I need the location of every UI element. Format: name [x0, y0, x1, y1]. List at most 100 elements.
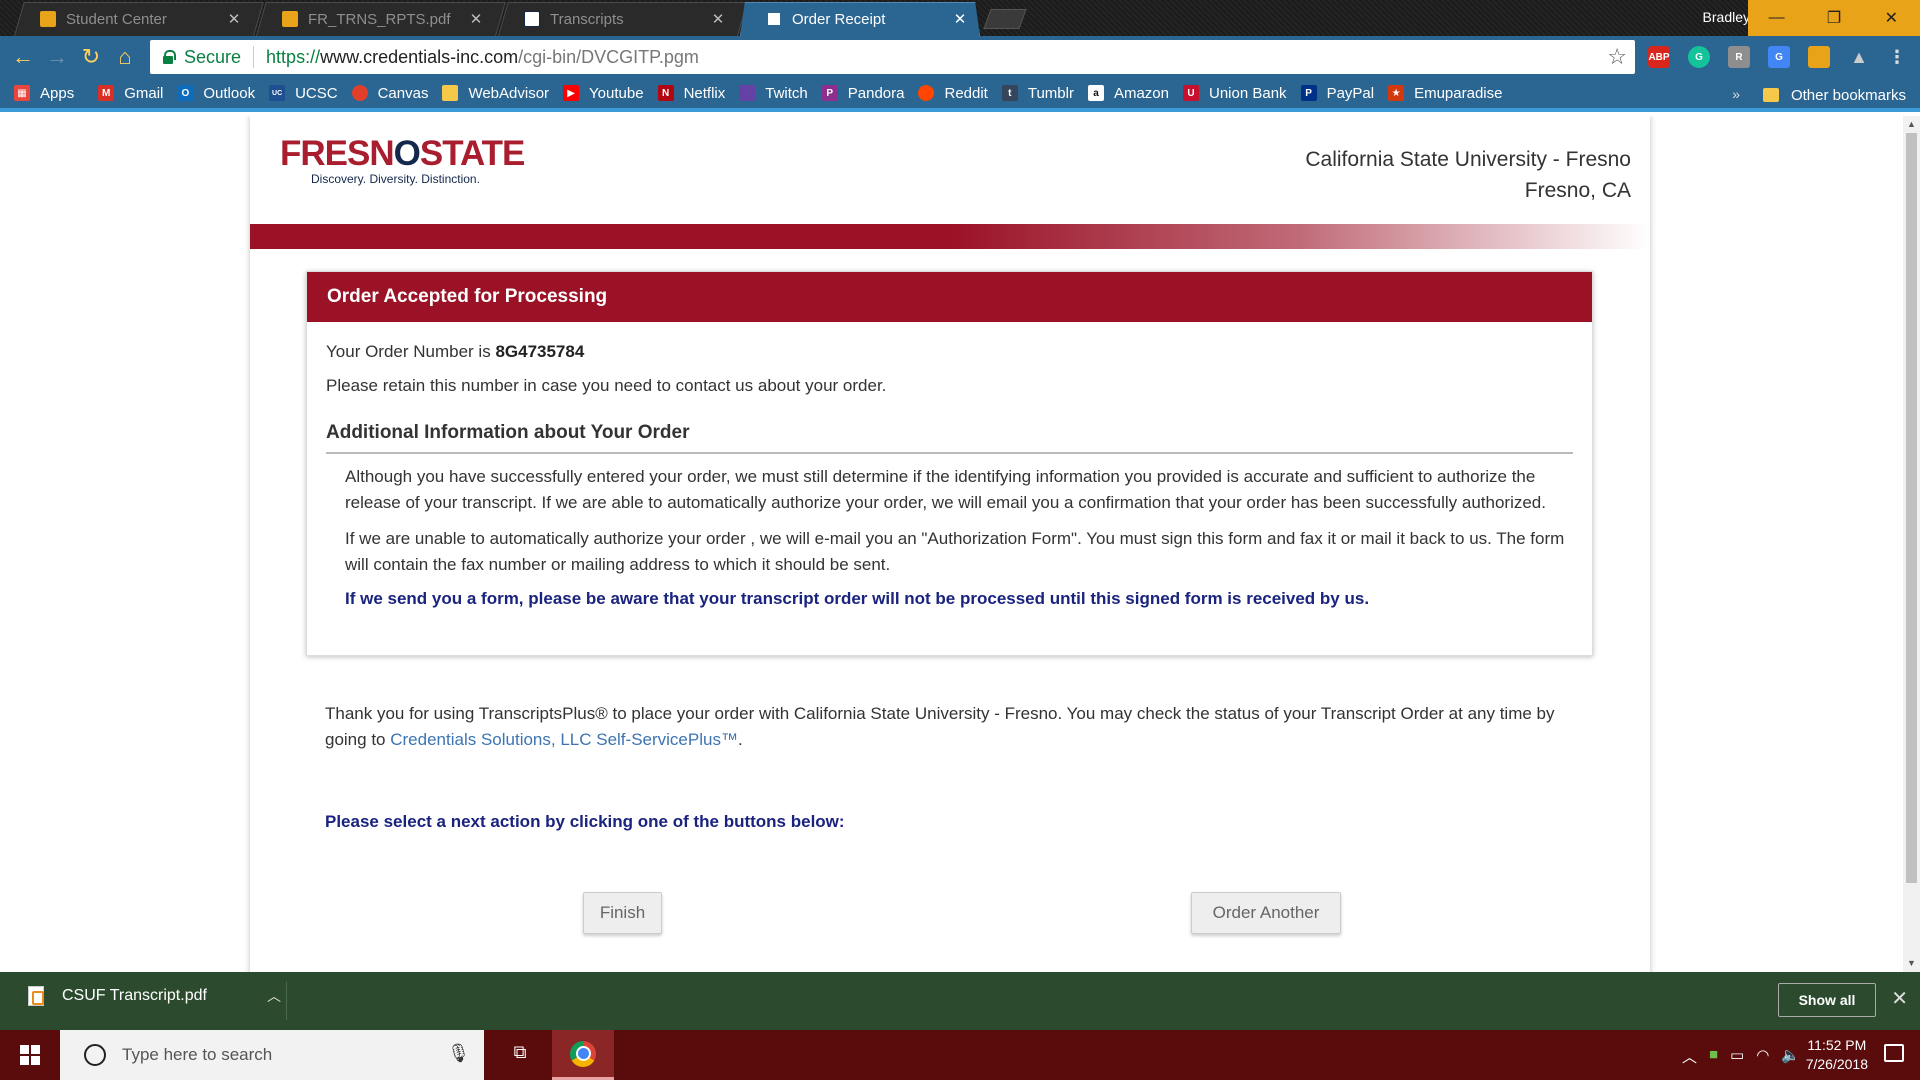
tray-chevron-icon[interactable]: ︿	[1682, 1046, 1697, 1067]
bookmark-paypal[interactable]: P PayPal	[1300, 85, 1374, 102]
bookmark-union-bank[interactable]: U Union Bank	[1183, 85, 1287, 102]
bookmark-reddit[interactable]: Reddit	[918, 85, 988, 102]
volume-icon[interactable]: 🔈	[1781, 1046, 1800, 1067]
tumblr-icon: t	[1001, 85, 1018, 101]
additional-info-heading: Additional Information about Your Order	[326, 422, 1573, 454]
nvidia-icon[interactable]: ■	[1709, 1046, 1718, 1067]
microphone-icon[interactable]: 🎙	[447, 1043, 470, 1064]
url-path: /cgi-bin/DVCGITP.pgm	[518, 46, 699, 67]
close-tab-icon[interactable]: ✕	[710, 10, 726, 28]
canvas-icon	[351, 85, 368, 101]
wifi-icon[interactable]: ◠	[1756, 1046, 1769, 1067]
menu-kebab-icon[interactable]: ⋮	[1886, 46, 1908, 68]
taskbar-search[interactable]: Type here to search 🎙	[60, 1030, 484, 1080]
scrollbar-thumb[interactable]	[1906, 133, 1917, 883]
tab-title: Order Receipt	[792, 10, 886, 28]
secure-label: Secure	[184, 46, 242, 67]
logo-tagline: Discovery. Diversity. Distinction.	[311, 172, 480, 186]
extension-r-icon[interactable]: R	[1728, 46, 1750, 68]
scroll-up-icon[interactable]: ▲	[1903, 116, 1920, 133]
close-shelf-icon[interactable]: ✕	[1891, 986, 1908, 1011]
lock-icon	[162, 50, 176, 64]
bookmark-youtube[interactable]: ▶ Youtube	[563, 85, 644, 102]
tab-strip: Student Center ✕ FR_TRNS_RPTS.pdf ✕ Tran…	[0, 0, 1920, 36]
bookmark-amazon[interactable]: a Amazon	[1087, 85, 1169, 102]
bookmarks-overflow-icon[interactable]: »	[1732, 86, 1740, 102]
bookmark-pandora[interactable]: P Pandora	[821, 85, 904, 102]
search-placeholder: Type here to search	[122, 1045, 273, 1064]
bookmark-gmail[interactable]: M Gmail	[98, 85, 163, 102]
start-button[interactable]	[0, 1030, 60, 1080]
close-window-icon[interactable]: ✕	[1863, 0, 1920, 36]
info-paragraph-2: If we are unable to automatically author…	[345, 529, 1565, 574]
taskbar-clock[interactable]: 11:52 PM 7/26/2018	[1806, 1036, 1868, 1074]
close-tab-icon[interactable]: ✕	[468, 10, 484, 28]
profile-name[interactable]: Bradley	[1703, 0, 1750, 36]
page-container: FRESNOSTATE Discovery. Diversity. Distin…	[250, 116, 1650, 972]
finish-button[interactable]: Finish	[583, 892, 662, 934]
minimize-icon[interactable]: —	[1748, 0, 1805, 36]
order-another-button[interactable]: Order Another	[1191, 892, 1341, 934]
url-host: www.credentials-inc.com	[320, 46, 519, 67]
home-icon[interactable]: ⌂	[108, 40, 142, 74]
card-header: Order Accepted for Processing	[307, 272, 1592, 322]
twitch-icon	[739, 85, 756, 101]
bookmark-netflix[interactable]: N Netflix	[657, 85, 725, 102]
download-item[interactable]: CSUF Transcript.pdf ︿	[28, 986, 281, 1006]
self-service-link[interactable]: Credentials Solutions, LLC Self-ServiceP…	[390, 730, 738, 749]
bookmark-tumblr[interactable]: t Tumblr	[1001, 85, 1074, 102]
show-all-button[interactable]: Show all	[1778, 983, 1876, 1017]
action-center-icon[interactable]	[1884, 1044, 1904, 1062]
bookmark-apps[interactable]: ▦ Apps	[14, 85, 74, 102]
retain-note: Please retain this number in case you ne…	[326, 376, 887, 395]
new-tab-button[interactable]	[983, 9, 1027, 29]
bookmarks-bar: ▦ Apps M Gmail O Outlook UC UCSC Canvas WebA…	[0, 78, 1920, 112]
google-translate-icon[interactable]: G	[1768, 46, 1790, 68]
divider	[286, 982, 287, 1020]
close-tab-icon[interactable]: ✕	[226, 10, 242, 28]
clock-date: 7/26/2018	[1805, 1056, 1868, 1072]
task-view-icon[interactable]: ⧉	[505, 1042, 535, 1068]
cortana-icon	[84, 1044, 106, 1066]
scroll-down-icon[interactable]: ▼	[1903, 955, 1920, 972]
tab-title: FR_TRNS_RPTS.pdf	[308, 10, 451, 28]
tab-student-center[interactable]: Student Center ✕	[14, 2, 264, 36]
chrome-taskbar-button[interactable]	[552, 1030, 614, 1080]
apps-grid-icon: ▦	[14, 85, 30, 101]
address-bar[interactable]: Secure https:// www.credentials-inc.com …	[150, 40, 1635, 74]
other-bookmarks[interactable]: Other bookmarks	[1762, 78, 1906, 112]
chevron-up-icon[interactable]: ︿	[267, 986, 281, 1006]
page-scrollbar[interactable]: ▲ ▼	[1903, 116, 1920, 972]
ucsc-icon: UC	[269, 85, 286, 101]
restore-icon[interactable]: ❐	[1805, 0, 1862, 36]
page-icon	[442, 85, 459, 101]
battery-icon[interactable]: ▭	[1730, 1046, 1744, 1067]
pandora-icon: P	[821, 85, 838, 101]
outlook-icon: O	[177, 85, 194, 101]
header-gradient-bar	[250, 224, 1650, 249]
youtube-icon: ▶	[563, 85, 580, 101]
color-picker-icon[interactable]	[1808, 46, 1830, 68]
tab-transcripts[interactable]: Transcripts ✕	[498, 2, 748, 36]
bookmark-webadvisor[interactable]: WebAdvisor	[442, 85, 549, 102]
tab-fr-trns-rpts[interactable]: FR_TRNS_RPTS.pdf ✕	[256, 2, 506, 36]
bookmark-canvas[interactable]: Canvas	[351, 85, 428, 102]
close-tab-icon[interactable]: ✕	[952, 10, 968, 28]
page-viewport: FRESNOSTATE Discovery. Diversity. Distin…	[0, 116, 1903, 972]
grammarly-icon[interactable]: G	[1688, 46, 1710, 68]
logo-wordmark: FRESNOSTATE	[280, 134, 525, 173]
bookmark-twitch[interactable]: Twitch	[739, 85, 808, 102]
reload-icon[interactable]: ↻	[74, 40, 108, 74]
bookmark-outlook[interactable]: O Outlook	[177, 85, 255, 102]
fresno-state-icon	[524, 11, 540, 27]
bookmark-star-icon[interactable]: ☆	[1607, 44, 1627, 70]
back-icon[interactable]: ←	[6, 40, 40, 74]
tab-order-receipt[interactable]: Order Receipt ✕	[740, 2, 980, 36]
bookmark-emuparadise[interactable]: ★ Emuparadise	[1388, 85, 1502, 102]
forward-icon[interactable]: →	[40, 40, 74, 74]
adblock-plus-icon[interactable]: ABP	[1648, 46, 1670, 68]
google-drive-icon[interactable]: ▲	[1848, 46, 1870, 68]
authorization-warning: If we send you a form, please be aware t…	[345, 589, 1370, 608]
bookmark-ucsc[interactable]: UC UCSC	[269, 85, 338, 102]
next-action-prompt: Please select a next action by clicking …	[325, 812, 845, 831]
